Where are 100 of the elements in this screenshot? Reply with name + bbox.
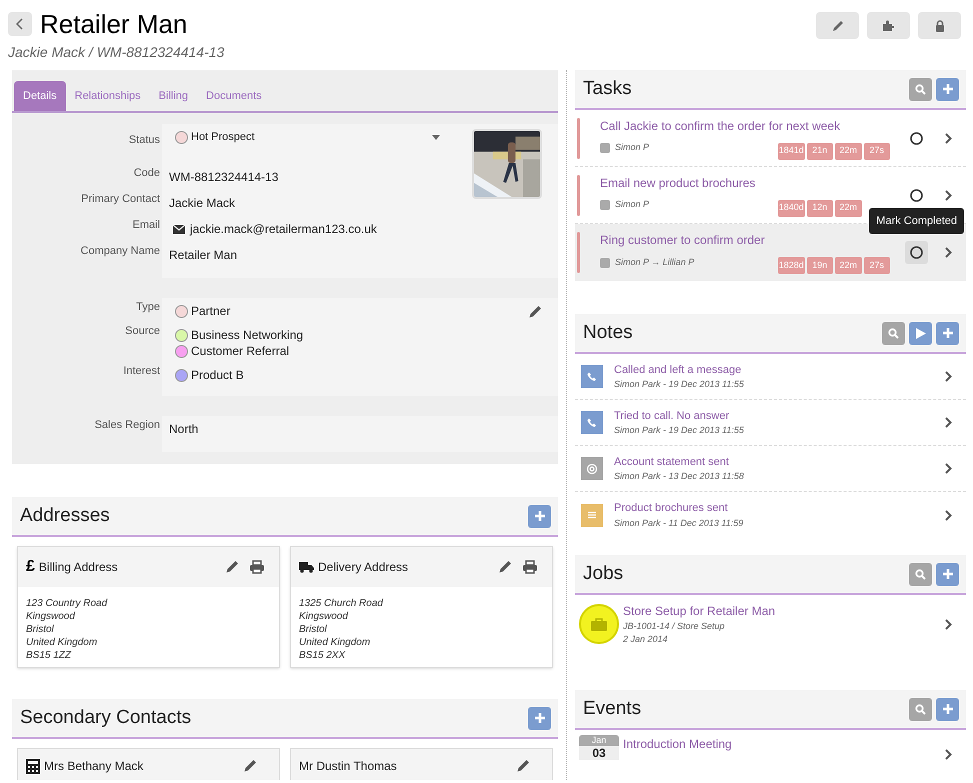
card-title: Delivery Address (318, 559, 408, 576)
tab[interactable]: Details (14, 81, 66, 111)
timer-badge: 1828d (778, 257, 804, 274)
calendar-day: 03 (579, 746, 619, 760)
section-title: Jobs (583, 562, 624, 586)
play-icon (916, 328, 926, 338)
circle-icon (910, 188, 923, 202)
note-meta: Simon Park - 19 Dec 2013 11:55 (614, 378, 745, 391)
field-value[interactable]: jackie.mack@retailerman123.co.uk (190, 220, 377, 238)
tab[interactable]: Documents (197, 81, 271, 111)
search-icon (888, 328, 899, 338)
address-line: Bristol (26, 623, 55, 636)
tag-label: Customer Referral (191, 343, 290, 360)
pencil-icon (832, 20, 844, 32)
task-title[interactable]: Email new product brochures (600, 174, 891, 192)
note-title[interactable]: Tried to call. No answer (614, 408, 945, 424)
chevron-right-icon[interactable] (945, 417, 952, 428)
chevron-right-icon[interactable] (945, 247, 952, 258)
note-title[interactable]: Called and left a message (614, 362, 945, 378)
tab[interactable]: Billing (150, 81, 198, 111)
address-line: BS15 2XX (299, 649, 346, 662)
note-meta: Simon Park - 19 Dec 2013 11:55 (614, 424, 745, 437)
field-label: Email (132, 218, 160, 233)
tab[interactable]: Relationships (66, 81, 150, 111)
complete-button[interactable] (905, 241, 928, 264)
task-assignee: Simon P → Lillian P (615, 256, 694, 269)
address-line: 123 Country Road (26, 597, 108, 610)
priority-bar (577, 174, 580, 216)
task-row[interactable]: Call Jackie to confirm the order for next week Simon P 1841d 21n 22m 27s (575, 110, 966, 167)
status-select[interactable]: Hot Prospect (169, 129, 444, 145)
plus-icon (942, 328, 952, 338)
address-line: BS15 1ZZ (26, 649, 72, 662)
note-title[interactable]: Account statement sent (614, 454, 945, 470)
field-label: Status (128, 133, 160, 148)
add-button[interactable] (936, 698, 959, 720)
page-title: Retailer Man (40, 8, 188, 40)
note-row[interactable]: Account statement sent Simon Park - 13 Dec 2013 11:58 (575, 446, 966, 492)
dropdown-caret-icon[interactable] (432, 134, 440, 140)
calculator-icon (26, 758, 40, 774)
truck-icon (299, 561, 314, 573)
edit-icon[interactable] (528, 305, 542, 319)
note-row[interactable]: Tried to call. No answer Simon Park - 19 Dec 2013 11:55 (575, 400, 966, 446)
chevron-right-icon[interactable] (945, 463, 952, 474)
job-row[interactable]: Store Setup for Retailer Man JB-1001-14 / Store Setup 2 Jan 2014 (575, 595, 966, 653)
address-line: Bristol (299, 623, 328, 636)
phone-icon (586, 370, 598, 382)
note-meta: Simon Park - 11 Dec 2013 11:59 (614, 516, 744, 530)
job-title[interactable]: Store Setup for Retailer Man (623, 602, 945, 620)
calendar-month: Jan (579, 735, 619, 746)
pencil-icon[interactable] (516, 759, 530, 773)
pencil-icon[interactable] (498, 560, 512, 574)
field-label: Company Name (80, 244, 160, 259)
address-line: Kingswood (26, 610, 76, 623)
printer-icon[interactable] (522, 560, 538, 574)
chevron-right-icon[interactable] (945, 132, 952, 144)
priority-bar (577, 118, 580, 158)
chevron-right-icon[interactable] (945, 371, 952, 382)
address-line: 1325 Church Road (299, 597, 384, 610)
timer-badge: 27s (864, 142, 890, 160)
add-button[interactable] (936, 562, 959, 586)
event-title[interactable]: Introduction Meeting (623, 735, 732, 753)
task-title[interactable]: Ring customer to confirm order (600, 231, 891, 249)
chevron-right-icon[interactable] (945, 618, 952, 630)
note-row[interactable]: Called and left a message Simon Park - 19 Dec 2013 11:55 (575, 354, 966, 400)
field-value: Retailer Man (169, 247, 238, 264)
page-subtitle: Jackie Mack / WM-8812324414-13 (8, 43, 224, 62)
printer-icon[interactable] (249, 560, 265, 574)
note-title[interactable]: Product brochures sent (614, 500, 945, 516)
add-button[interactable] (528, 706, 551, 730)
chevron-right-icon[interactable] (945, 190, 952, 200)
timer-badge: 1840d (778, 200, 804, 216)
address-line: Kingswood (299, 610, 350, 623)
tag-label: Partner (191, 303, 230, 320)
lines-icon (586, 509, 598, 521)
priority-bar (577, 232, 580, 273)
circle-icon (910, 246, 923, 259)
tag-label: Business Networking (191, 327, 304, 344)
pencil-icon[interactable] (225, 560, 239, 574)
note-row[interactable]: Product brochures sent Simon Park - 11 Dec 2013 11:59 (575, 492, 966, 538)
event-row[interactable]: Jan 03 Introduction Meeting (575, 730, 966, 760)
play-button[interactable] (909, 322, 932, 344)
chevron-right-icon[interactable] (945, 749, 952, 760)
task-assignee: Simon P (615, 141, 650, 154)
add-button[interactable] (936, 78, 959, 100)
plus-icon (942, 704, 952, 714)
lock-button[interactable] (918, 12, 961, 39)
task-title[interactable]: Call Jackie to confirm the order for next week (600, 116, 891, 134)
tooltip: Mark Completed (869, 208, 964, 234)
plus-icon (942, 84, 952, 94)
pencil-icon[interactable] (243, 759, 257, 773)
add-button[interactable] (528, 504, 551, 528)
chevron-right-icon[interactable] (945, 510, 952, 520)
plugin-button[interactable] (867, 12, 910, 39)
envelope-icon (173, 224, 185, 234)
back-button[interactable] (8, 12, 32, 36)
edit-button[interactable] (816, 12, 859, 39)
lock-icon (934, 20, 944, 32)
field-label: Primary Contact (81, 192, 160, 207)
address-line: United Kingdom (299, 636, 372, 649)
add-button[interactable] (936, 322, 959, 344)
